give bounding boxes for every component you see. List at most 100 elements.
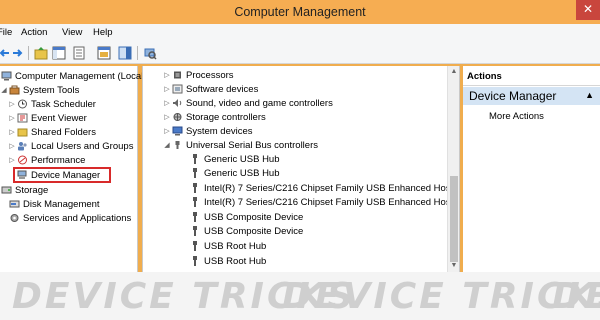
usb-device-label: USB Composite Device [204,225,304,237]
device-category[interactable]: ▷ Processors [163,68,233,82]
actions-selected-label: Device Manager [469,89,557,103]
vertical-scrollbar[interactable]: ▲ ▼ [447,66,459,272]
usb-plug-icon [189,241,201,252]
usb-plug-icon [189,168,201,179]
usb-plug-icon [189,212,201,223]
watermark-text: DE [552,276,600,317]
usb-device[interactable]: USB Composite Device [189,210,303,224]
usb-device-label: Generic USB Hub [204,153,280,165]
scan-hardware-icon[interactable] [142,45,158,61]
toolbar-separator [28,46,29,60]
users-icon [16,141,28,152]
expand-arrow-icon[interactable]: ◢ [163,141,171,149]
tree-system-tools[interactable]: ◢ System Tools [0,83,79,97]
properties-icon[interactable] [71,45,87,61]
collapse-arrow-icon[interactable]: ▷ [163,113,171,121]
tree-performance[interactable]: ▷ Performance [8,153,85,167]
device-tree-pane: ▷ Processors ▷ Software devices ▷ Sound,… [142,66,460,272]
tree-shared-folders[interactable]: ▷ Shared Folders [8,125,96,139]
computer-icon [0,71,12,82]
menu-help[interactable]: Help [93,27,113,38]
toolbar [0,42,600,64]
system-device-icon [171,126,183,137]
tree-services[interactable]: Services and Applications [8,211,131,225]
console-tree-icon[interactable] [51,45,67,61]
device-category[interactable]: ▷ Sound, video and game controllers [163,96,333,110]
usb-device-label: Intel(R) 7 Series/C216 Chipset Family US… [204,182,454,194]
tree-task-scheduler[interactable]: ▷ Task Scheduler [8,97,96,111]
collapse-arrow-icon[interactable]: ▷ [8,128,16,136]
device-category-label: Sound, video and game controllers [186,97,333,109]
console-tree-pane: Computer Management (Local ◢ System Tool… [0,66,143,272]
tree-event-viewer[interactable]: ▷ Event Viewer [8,111,87,125]
usb-category[interactable]: ◢ Universal Serial Bus controllers [163,138,318,152]
device-category[interactable]: ▷ Storage controllers [163,110,266,124]
collapse-arrow-icon[interactable]: ▷ [8,114,16,122]
services-icon [8,213,20,224]
tree-storage[interactable]: Storage [0,183,48,197]
usb-plug-icon [189,226,201,237]
tree-label: Storage [15,184,49,196]
menu-bar: File Action View Help [0,24,600,42]
device-category-label: Storage controllers [186,111,266,123]
device-manager-highlight [13,167,111,183]
tree-label: Task Scheduler [31,98,96,110]
usb-plug-icon [189,256,201,267]
menu-view[interactable]: View [62,27,82,38]
action-pane-icon[interactable] [117,45,133,61]
collapse-arrow-icon[interactable]: ▷ [163,85,171,93]
scroll-thumb[interactable] [450,176,458,262]
device-category[interactable]: ▷ Software devices [163,82,258,96]
collapse-arrow-icon[interactable]: ▷ [163,127,171,135]
close-button[interactable]: ✕ [576,0,600,20]
usb-device[interactable]: USB Root Hub [189,254,266,268]
scroll-up-icon[interactable]: ▲ [448,66,460,78]
up-folder-icon[interactable] [33,45,49,61]
toolbar-separator [137,46,138,60]
shared-folder-icon [16,127,28,138]
usb-device[interactable]: USB Root Hub [189,239,266,253]
usb-icon [171,140,183,151]
forward-arrow-icon[interactable] [10,45,26,61]
usb-device-label: USB Root Hub [204,240,267,252]
scroll-down-icon[interactable]: ▼ [448,260,460,272]
tree-root[interactable]: Computer Management (Local [0,69,143,83]
usb-device[interactable]: USB Composite Device [189,224,303,238]
storage-controller-icon [171,112,183,123]
tree-root-label: Computer Management (Local [15,70,144,82]
menu-action[interactable]: Action [21,27,47,38]
usb-device-label: Generic USB Hub [204,167,280,179]
clock-icon [16,99,28,110]
tree-label: System Tools [23,84,80,96]
usb-device[interactable]: Generic USB Hub [189,152,280,166]
usb-device[interactable]: Intel(R) 7 Series/C216 Chipset Family US… [189,195,453,209]
more-actions-link[interactable]: More Actions [489,111,544,122]
collapse-arrow-icon[interactable]: ▷ [163,99,171,107]
usb-device-label: USB Composite Device [204,211,304,223]
usb-device[interactable]: Intel(R) 7 Series/C216 Chipset Family US… [189,181,453,195]
collapse-arrow-icon[interactable]: ▷ [163,71,171,79]
usb-plug-icon [189,183,201,194]
tree-label: Performance [31,154,86,166]
title-bar: Computer Management ✕ [0,0,600,24]
tree-local-users[interactable]: ▷ Local Users and Groups [8,139,133,153]
disk-icon [8,199,20,210]
help-icon[interactable] [96,45,112,61]
collapse-up-icon[interactable]: ▲ [585,90,594,100]
watermark-banner: DEVICE TRICKS DEVICE TRICKS DE [0,272,600,320]
tree-label: Local Users and Groups [31,140,134,152]
device-category-label: Software devices [186,83,259,95]
collapse-arrow-icon[interactable]: ▷ [8,100,16,108]
processor-icon [171,70,183,81]
tree-label: Services and Applications [23,212,132,224]
usb-device[interactable]: Generic USB Hub [189,166,280,180]
actions-header: Actions [463,66,600,86]
device-category[interactable]: ▷ System devices [163,124,253,138]
collapse-arrow-icon[interactable]: ▷ [8,156,16,164]
actions-selected-item[interactable]: Device Manager ▲ [463,87,600,105]
device-category-label: System devices [186,125,253,137]
tree-disk-management[interactable]: Disk Management [8,197,100,211]
expand-arrow-icon[interactable]: ◢ [0,86,8,94]
collapse-arrow-icon[interactable]: ▷ [8,142,16,150]
menu-file[interactable]: File [0,27,12,38]
